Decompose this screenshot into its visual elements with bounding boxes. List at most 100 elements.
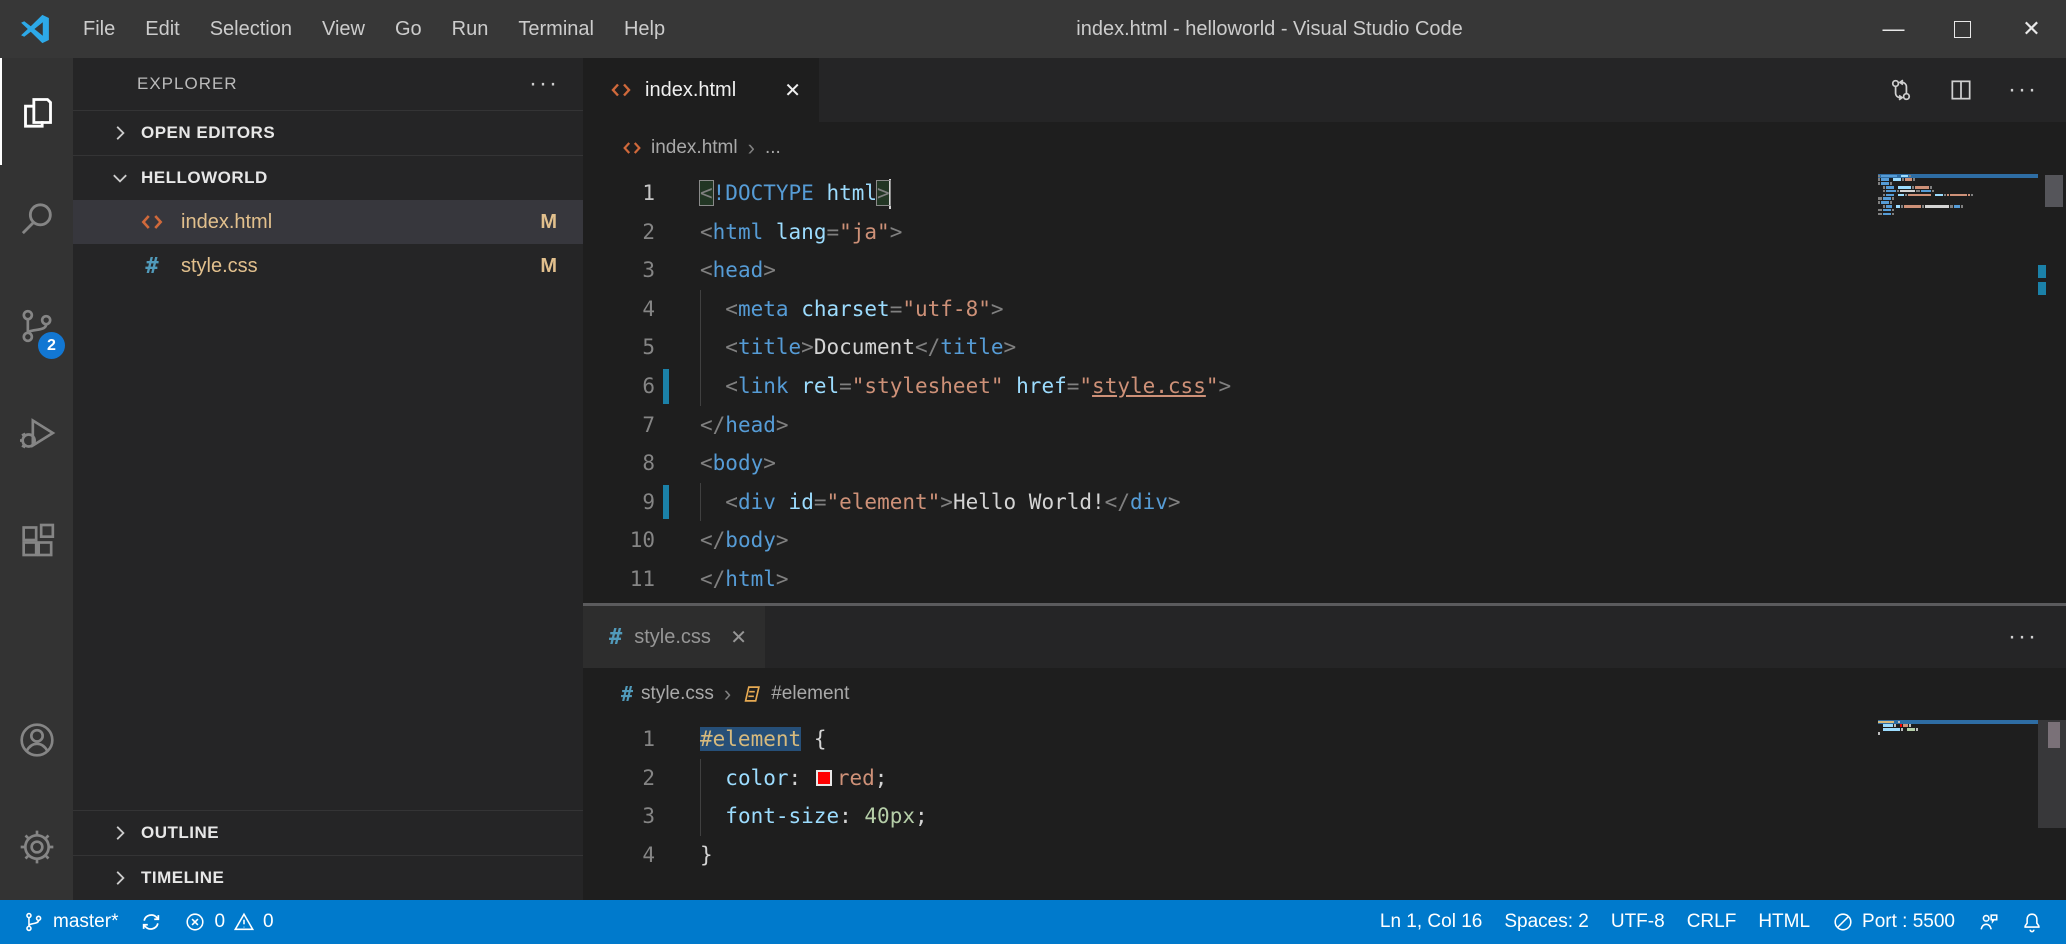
tab-style-css[interactable]: # style.css ✕: [583, 606, 765, 668]
code-line[interactable]: 2<html lang="ja">: [583, 213, 2066, 252]
code-line[interactable]: 1<!DOCTYPE html>: [583, 174, 2066, 213]
code-line[interactable]: 8<body>: [583, 444, 2066, 483]
code-line[interactable]: 1#element {: [583, 720, 2066, 759]
feedback-person-icon: [1977, 911, 1999, 933]
tab-index-html[interactable]: index.html ✕: [583, 58, 819, 122]
code-line[interactable]: 2 color: red;: [583, 759, 2066, 798]
scrollbar[interactable]: [2038, 720, 2066, 900]
color-swatch[interactable]: [816, 770, 832, 786]
code-line[interactable]: 3 font-size: 40px;: [583, 797, 2066, 836]
css-rule-symbol-icon: [741, 683, 763, 705]
code-line[interactable]: 3<head>: [583, 251, 2066, 290]
breadcrumb: index.html › ...: [583, 122, 2066, 174]
breadcrumb-symbol[interactable]: #element: [741, 683, 849, 705]
scrollbar-thumb[interactable]: [2045, 175, 2063, 207]
scrollbar-thumb[interactable]: [2048, 722, 2060, 748]
vscode-window: File Edit Selection View Go Run Terminal…: [0, 0, 2066, 944]
breadcrumb-file[interactable]: index.html: [621, 137, 738, 159]
maximize-button[interactable]: [1928, 0, 1997, 58]
tab-bar: index.html ✕ ···: [583, 58, 2066, 122]
menu-view[interactable]: View: [307, 0, 380, 58]
file-item-index-html[interactable]: index.html M: [73, 200, 583, 244]
git-branch-status[interactable]: master*: [12, 900, 129, 944]
problems-status[interactable]: 0 0: [173, 900, 284, 944]
activity-accounts[interactable]: [0, 686, 73, 793]
errors-icon: [184, 911, 206, 933]
file-item-style-css[interactable]: # style.css M: [73, 244, 583, 288]
activity-extensions[interactable]: [0, 486, 73, 593]
split-editor-icon[interactable]: [1948, 77, 1974, 103]
section-label: OUTLINE: [141, 823, 219, 843]
explorer-sidebar: EXPLORER ··· OPEN EDITORS HELLOWORLD in: [73, 58, 583, 900]
close-tab-icon[interactable]: ✕: [730, 625, 747, 650]
code-line[interactable]: 7</head>: [583, 406, 2066, 445]
line-number: 5: [583, 328, 655, 367]
notifications-status[interactable]: [2010, 911, 2054, 933]
menu-go[interactable]: Go: [380, 0, 437, 58]
close-tab-icon[interactable]: ✕: [784, 78, 801, 103]
code-line[interactable]: 9 <div id="element">Hello World!</div>: [583, 483, 2066, 522]
chevron-right-icon: [111, 869, 129, 887]
minimize-button[interactable]: —: [1859, 0, 1928, 58]
section-outline[interactable]: OUTLINE: [73, 810, 583, 855]
code-line[interactable]: 11</html>: [583, 560, 2066, 599]
line-number: 4: [583, 836, 655, 875]
explorer-more-actions[interactable]: ···: [529, 70, 559, 98]
editor-more-actions[interactable]: ···: [2008, 623, 2038, 651]
git-modified-badge: M: [540, 211, 557, 234]
open-changes-icon[interactable]: [1888, 77, 1914, 103]
sync-status[interactable]: [129, 900, 173, 944]
code-line[interactable]: 6 <link rel="stylesheet" href="style.css…: [583, 367, 2066, 406]
section-open-editors[interactable]: OPEN EDITORS: [73, 110, 583, 155]
minimap[interactable]: [1878, 720, 2038, 735]
code-line[interactable]: 10</body>: [583, 521, 2066, 560]
activity-run-debug[interactable]: [0, 379, 73, 486]
git-branch-icon: [23, 911, 45, 933]
code-line[interactable]: 4}: [583, 836, 2066, 875]
account-icon: [17, 720, 57, 760]
code-editor-css[interactable]: 1#element {2 color: red;3 font-size: 40p…: [583, 720, 2066, 900]
activity-bar: 2: [0, 58, 73, 900]
breadcrumb-symbol[interactable]: ...: [765, 137, 781, 159]
vscode-logo-icon: [18, 12, 52, 46]
menu-help[interactable]: Help: [609, 0, 680, 58]
code-line[interactable]: 4 <meta charset="utf-8">: [583, 290, 2066, 329]
encoding[interactable]: UTF-8: [1600, 911, 1676, 933]
scrollbar[interactable]: [2038, 174, 2066, 603]
menu-file[interactable]: File: [68, 0, 130, 58]
breadcrumb-file[interactable]: # style.css: [621, 682, 714, 706]
activity-explorer[interactable]: [0, 58, 73, 165]
editor-group-css: # style.css ✕ ··· # style.css ›: [583, 606, 2066, 900]
breadcrumb-separator: ›: [748, 135, 755, 161]
minimap[interactable]: [1878, 174, 2038, 216]
indentation[interactable]: Spaces: 2: [1493, 911, 1600, 933]
eol-sequence[interactable]: CRLF: [1676, 911, 1748, 933]
tab-label: index.html: [645, 79, 736, 102]
live-server-port[interactable]: Port : 5500: [1821, 911, 1966, 933]
tab-bar: # style.css ✕ ···: [583, 606, 2066, 668]
status-bar: master* 0 0 Ln 1, Col 16 Spaces: 2 UTF-8…: [0, 900, 2066, 944]
menu-run[interactable]: Run: [437, 0, 504, 58]
section-folder-helloworld[interactable]: HELLOWORLD: [73, 155, 583, 200]
menu-selection[interactable]: Selection: [195, 0, 307, 58]
activity-search[interactable]: [0, 165, 73, 272]
feedback-status[interactable]: [1966, 911, 2010, 933]
menu-edit[interactable]: Edit: [130, 0, 194, 58]
line-number: 3: [583, 797, 655, 836]
editor-more-actions[interactable]: ···: [2008, 76, 2038, 104]
menu-terminal[interactable]: Terminal: [503, 0, 609, 58]
css-file-icon: #: [609, 625, 622, 650]
html-file-icon: [621, 137, 643, 159]
code-line[interactable]: 5 <title>Document</title>: [583, 328, 2066, 367]
language-mode[interactable]: HTML: [1747, 911, 1821, 933]
section-label: HELLOWORLD: [141, 168, 268, 188]
code-editor-html[interactable]: 1<!DOCTYPE html>2<html lang="ja">3<head>…: [583, 174, 2066, 603]
activity-source-control[interactable]: 2: [0, 272, 73, 379]
close-window-button[interactable]: ✕: [1997, 0, 2066, 58]
cursor-position[interactable]: Ln 1, Col 16: [1369, 911, 1493, 933]
section-label: OPEN EDITORS: [141, 123, 275, 143]
section-timeline[interactable]: TIMELINE: [73, 855, 583, 900]
css-file-icon: #: [621, 682, 633, 706]
sidebar-title: EXPLORER: [137, 74, 238, 94]
activity-settings[interactable]: [0, 793, 73, 900]
